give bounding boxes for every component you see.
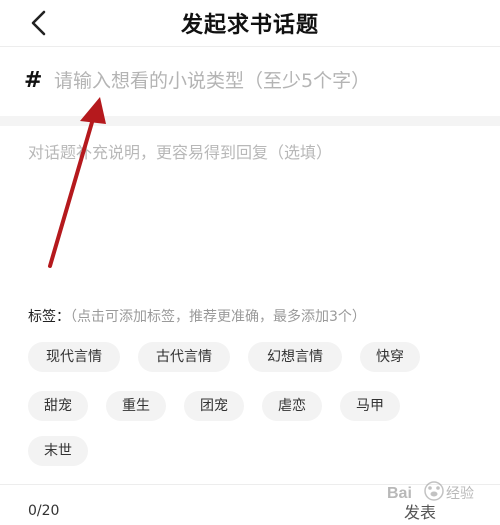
topic-row: # [0,52,500,114]
svg-text:经验: 经验 [446,486,474,502]
tag-chip[interactable]: 现代言情 [28,342,120,372]
section-divider [0,116,500,126]
tag-chip[interactable]: 虐恋 [262,391,322,421]
header: 发起求书话题 [0,0,500,46]
char-counter: 0/20 [28,503,60,519]
tag-chip[interactable]: 甜宠 [28,391,88,421]
tag-chip[interactable]: 古代言情 [138,342,230,372]
tag-chip[interactable]: 末世 [28,436,88,466]
tag-chip[interactable]: 重生 [106,391,166,421]
header-divider [0,46,500,47]
description-input[interactable] [28,140,478,290]
tag-chip[interactable]: 快穿 [360,342,420,372]
tag-chip[interactable]: 团宠 [184,391,244,421]
topic-input[interactable] [54,62,484,100]
footer-divider [0,484,500,485]
publish-button[interactable]: 发表 [404,499,436,523]
page-title: 发起求书话题 [180,13,319,38]
tags-label-text: 标签： [28,309,70,325]
tags-hint: （点击可添加标签，推荐更准确，最多添加3个） [70,309,366,325]
watermark-logo: Bai 经验 [387,481,474,502]
tag-chip[interactable]: 幻想言情 [248,342,342,372]
tags-label: 标签：（点击可添加标签，推荐更准确，最多添加3个） [28,306,366,326]
tag-chip[interactable]: 马甲 [340,391,400,421]
hash-icon: # [24,68,43,93]
